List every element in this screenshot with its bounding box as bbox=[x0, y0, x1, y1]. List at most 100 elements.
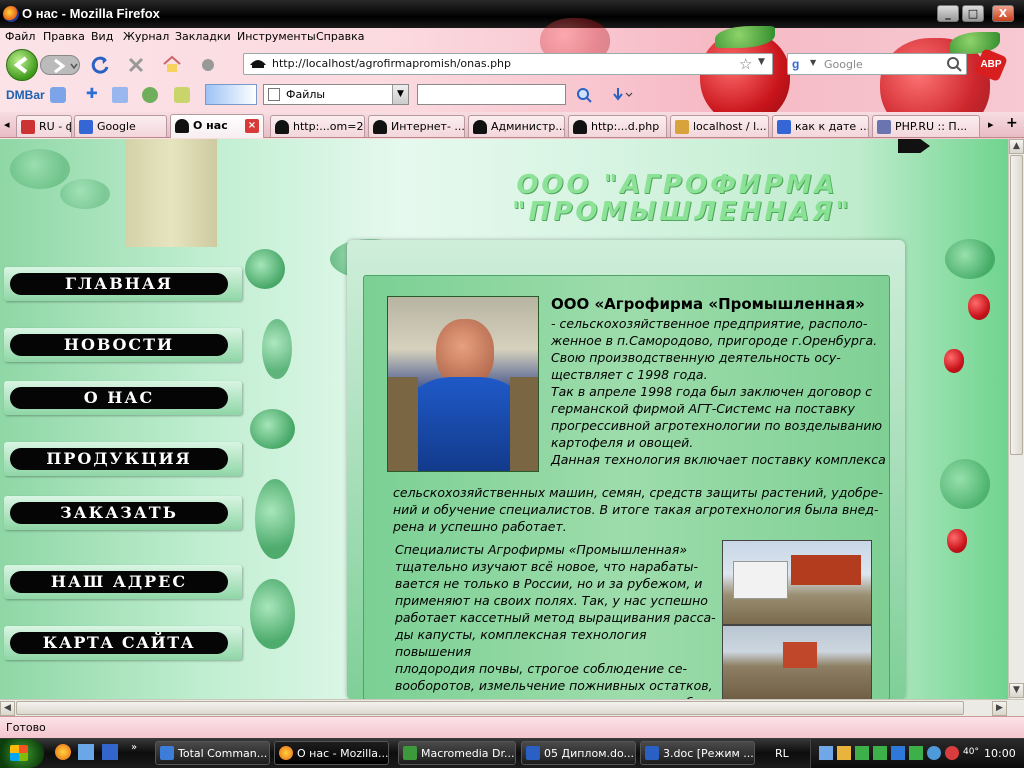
stop-icon[interactable] bbox=[126, 55, 146, 75]
article-paragraph-1b: сельскохозяйственных машин, семян, средс… bbox=[393, 484, 888, 535]
nav-button-news[interactable]: НОВОСТИ bbox=[4, 328, 242, 362]
tray-security-icon[interactable] bbox=[855, 746, 869, 760]
nav-button-sitemap[interactable]: КАРТА САЙТА bbox=[4, 626, 242, 660]
url-text[interactable]: http://localhost/agrofirmapromish/onas.p… bbox=[272, 57, 511, 70]
tab-1[interactable]: Google bbox=[74, 115, 167, 137]
reload-icon[interactable] bbox=[90, 55, 110, 75]
tab-5[interactable]: Администр... bbox=[468, 115, 565, 137]
tab-0[interactable]: RU - ф... bbox=[16, 115, 72, 137]
minimize-button[interactable]: _ bbox=[937, 5, 959, 22]
tab-3[interactable]: http:...om=24 bbox=[270, 115, 365, 137]
quicklaunch-app-icon[interactable] bbox=[78, 744, 94, 760]
menu-edit[interactable]: Правка bbox=[43, 30, 85, 43]
vertical-scrollbar[interactable]: ▲ ▼ bbox=[1008, 139, 1024, 699]
harvester-shape bbox=[783, 642, 817, 668]
tools-icon[interactable] bbox=[174, 87, 190, 103]
google-icon[interactable]: g bbox=[792, 57, 808, 71]
tab-2[interactable]: О нас × bbox=[170, 114, 264, 138]
tab-6[interactable]: http:...d.php bbox=[568, 115, 667, 137]
close-tab-icon[interactable]: × bbox=[245, 119, 259, 133]
nav-button-address[interactable]: НАШ АДРЕС bbox=[4, 565, 242, 599]
scroll-up-icon[interactable]: ▲ bbox=[1009, 139, 1024, 154]
clock[interactable]: 10:00 bbox=[984, 747, 1016, 760]
tab-7[interactable]: localhost / l... bbox=[670, 115, 769, 137]
tab-bar: ◂ RU - ф... Google О нас × http:...om=24 Инте… bbox=[0, 112, 1024, 138]
engine-dropdown-icon[interactable]: ▼ bbox=[810, 58, 816, 67]
nav-label: НАШ АДРЕС bbox=[10, 571, 228, 593]
google-icon bbox=[79, 120, 93, 134]
tray-app-icon[interactable] bbox=[837, 746, 851, 760]
search-input[interactable]: Google bbox=[824, 58, 863, 71]
tab-9[interactable]: PHP.RU :: П... bbox=[872, 115, 980, 137]
scroll-down-icon[interactable]: ▼ bbox=[1009, 683, 1024, 698]
chevron-down-icon[interactable]: ▼ bbox=[392, 85, 408, 104]
dm-search-icon[interactable] bbox=[576, 87, 592, 103]
addon-icon[interactable] bbox=[199, 56, 217, 74]
dm-toolbar: DMBar ✚ Файлы ▼ bbox=[0, 82, 700, 108]
quicklaunch-firefox-icon[interactable] bbox=[55, 744, 71, 760]
tab-8[interactable]: как к дате ... bbox=[772, 115, 869, 137]
start-button[interactable] bbox=[0, 739, 44, 768]
address-bar[interactable]: http://localhost/agrofirmapromish/onas.p… bbox=[243, 53, 773, 75]
task-total-commander[interactable]: Total Comman... bbox=[155, 741, 270, 765]
task-diploma-doc[interactable]: 05 Диплом.do... bbox=[521, 741, 636, 765]
nav-button-home[interactable]: ГЛАВНАЯ bbox=[4, 267, 242, 301]
scroll-left-icon[interactable]: ◀ bbox=[0, 701, 15, 716]
dm-options-icon[interactable] bbox=[50, 87, 66, 103]
text-line: Так в апреле 1998 года был заключен дого… bbox=[551, 384, 872, 399]
menu-help[interactable]: Справка bbox=[316, 30, 364, 43]
nav-button-order[interactable]: ЗАКАЗАТЬ bbox=[4, 496, 242, 530]
menu-history[interactable]: Журнал bbox=[123, 30, 169, 43]
task-firefox[interactable]: О нас - Mozilla... bbox=[274, 741, 389, 765]
search-box[interactable]: g ▼ Google bbox=[787, 53, 967, 75]
nav-button-products[interactable]: ПРОДУКЦИЯ bbox=[4, 442, 242, 476]
bookmark-star-icon[interactable]: ☆ bbox=[739, 55, 752, 73]
home-icon[interactable] bbox=[162, 54, 182, 74]
menu-bookmarks[interactable]: Закладки bbox=[175, 30, 231, 43]
tray-display-icon[interactable] bbox=[891, 746, 905, 760]
download-arrow-icon[interactable] bbox=[612, 86, 634, 104]
dm-search-input[interactable] bbox=[417, 84, 566, 105]
tab-scroll-right-icon[interactable]: ▸ bbox=[988, 118, 994, 131]
scroll-right-icon[interactable]: ▶ bbox=[992, 701, 1007, 716]
globe-icon[interactable] bbox=[142, 87, 158, 103]
menu-view[interactable]: Вид bbox=[91, 30, 113, 43]
nav-button-about[interactable]: О НАС bbox=[4, 381, 242, 415]
tab-label: как к дате ... bbox=[795, 120, 869, 133]
language-indicator[interactable]: RL bbox=[775, 747, 789, 760]
tab-label: О нас bbox=[193, 119, 228, 132]
download-list-icon[interactable] bbox=[112, 87, 128, 103]
tray-h-icon[interactable] bbox=[873, 746, 887, 760]
tray-shield-icon[interactable] bbox=[927, 746, 941, 760]
task-3-doc[interactable]: 3.doc [Режим ... bbox=[640, 741, 755, 765]
maximize-button[interactable]: □ bbox=[962, 5, 984, 22]
tab-4[interactable]: Интернет- ... bbox=[368, 115, 465, 137]
close-button[interactable]: X bbox=[992, 5, 1014, 22]
scroll-thumb[interactable] bbox=[1010, 155, 1023, 455]
url-dropdown-icon[interactable]: ▼ bbox=[758, 57, 765, 67]
files-select[interactable]: Файлы ▼ bbox=[263, 84, 409, 105]
tray-block-icon[interactable] bbox=[945, 746, 959, 760]
add-download-icon[interactable]: ✚ bbox=[86, 87, 100, 101]
forward-button[interactable] bbox=[40, 55, 80, 75]
page-icon bbox=[373, 120, 387, 134]
tab-label: http:...d.php bbox=[591, 120, 660, 133]
tray-update-icon[interactable] bbox=[909, 746, 923, 760]
quicklaunch-more-icon[interactable]: » bbox=[131, 742, 137, 753]
menu-file[interactable]: Файл bbox=[5, 30, 35, 43]
text-line: вается не только в России, но и за рубеж… bbox=[395, 576, 703, 591]
text-line: ний и обучение специалистов. В итоге так… bbox=[393, 502, 879, 517]
tray-network-icon[interactable] bbox=[819, 746, 833, 760]
task-dreamweaver[interactable]: Macromedia Dr... bbox=[398, 741, 516, 765]
search-icon[interactable] bbox=[946, 56, 962, 72]
menu-tools[interactable]: Инструменты bbox=[237, 30, 316, 43]
horizontal-scrollbar[interactable]: ◀ ▶ bbox=[0, 699, 1024, 716]
tab-scroll-left-icon[interactable]: ◂ bbox=[4, 118, 10, 131]
new-tab-icon[interactable]: + bbox=[1006, 115, 1018, 131]
article-paragraph-1: - сельскохозяйственное предприятие, расп… bbox=[551, 315, 886, 468]
quicklaunch-word-icon[interactable] bbox=[102, 744, 118, 760]
back-button[interactable] bbox=[6, 49, 38, 81]
scroll-h-thumb[interactable] bbox=[16, 701, 964, 715]
drop-target[interactable] bbox=[205, 84, 257, 105]
tab-label: Интернет- ... bbox=[391, 120, 465, 133]
